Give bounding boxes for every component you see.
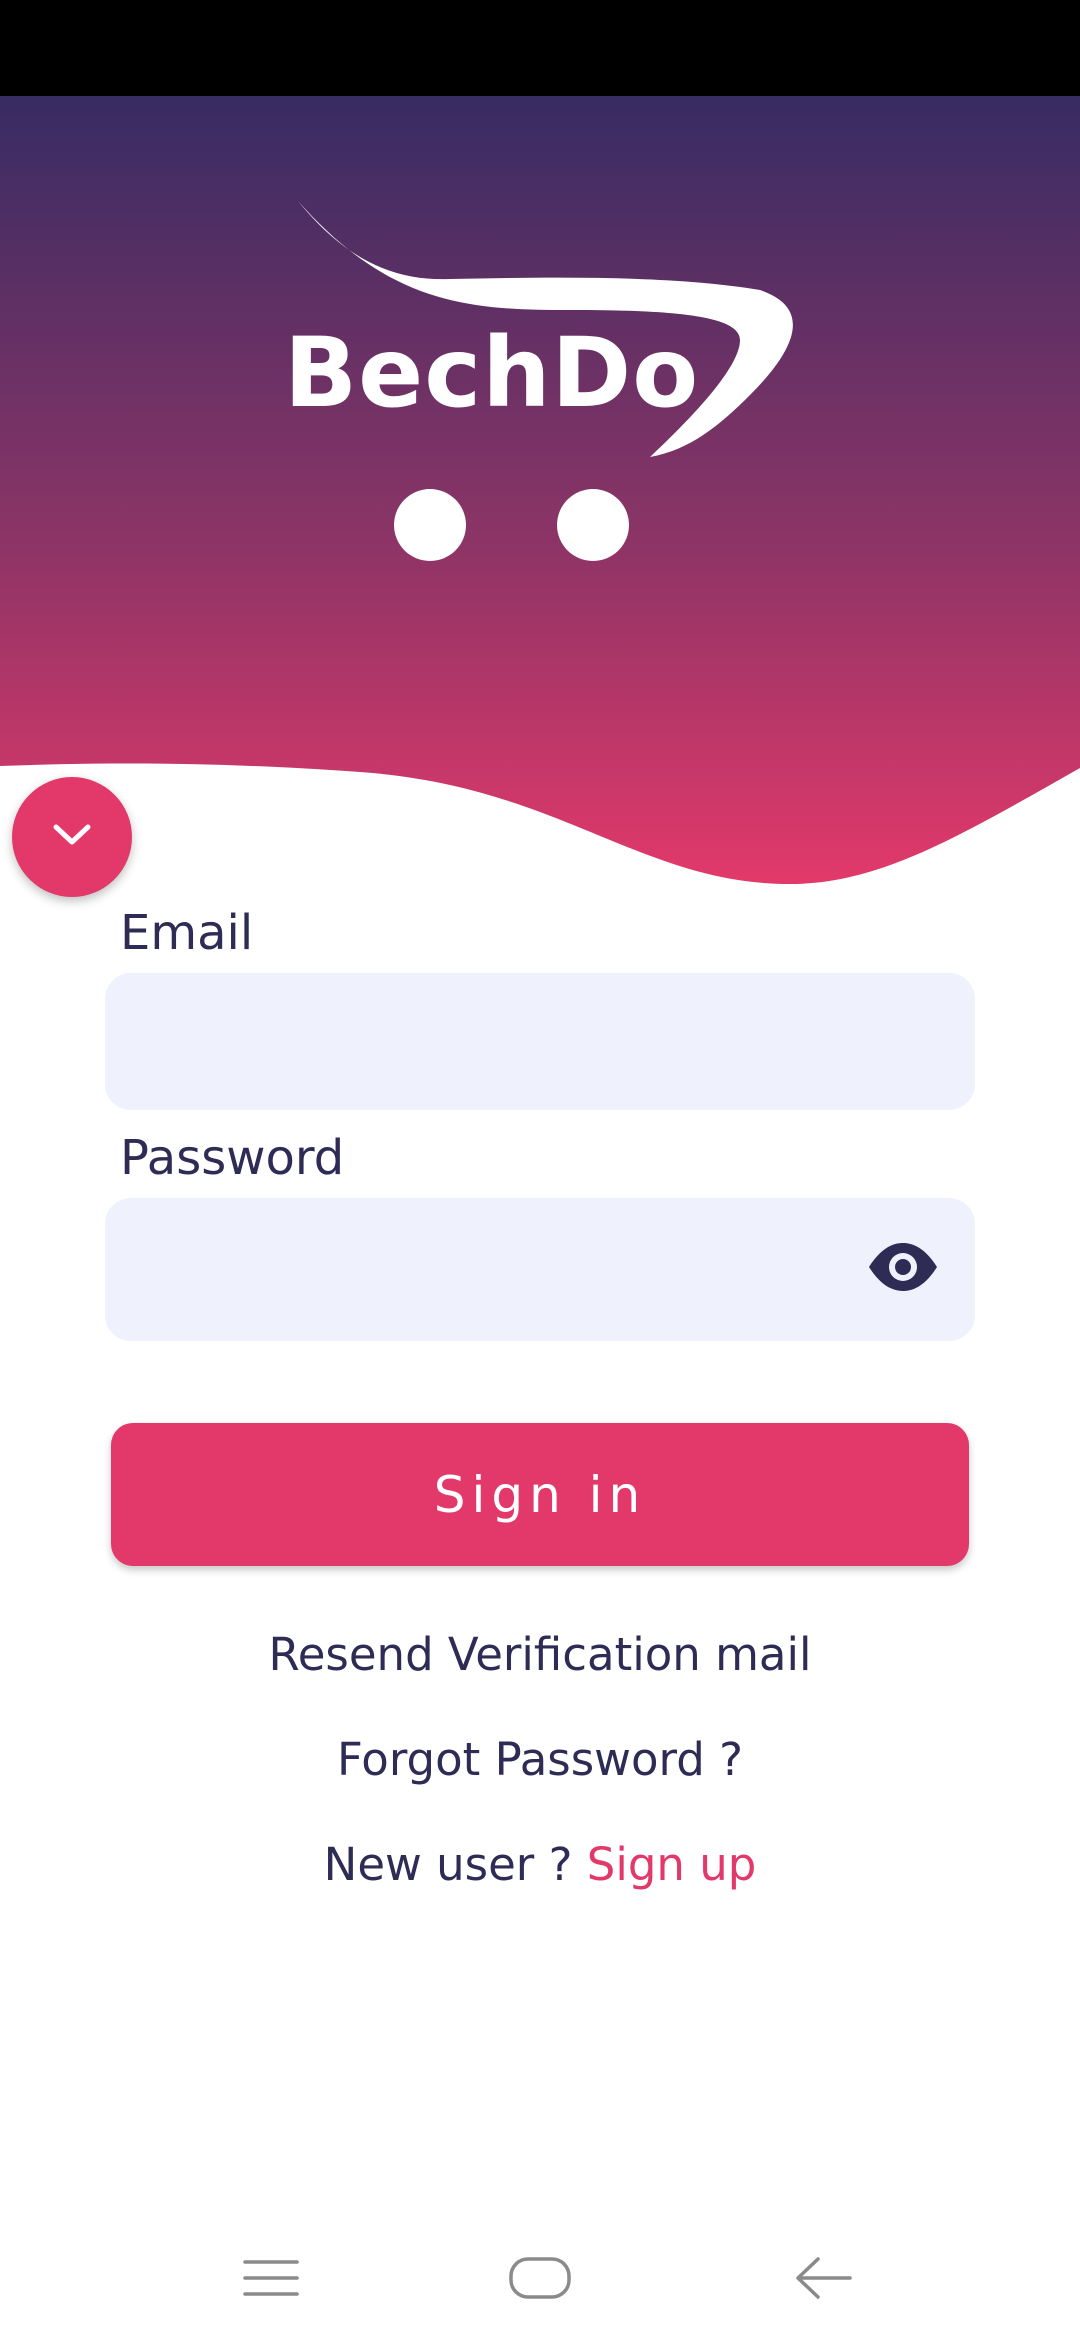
nav-home-button[interactable] [490,2250,590,2310]
login-screen: BechDo Email Password Sign in Resend Ver… [0,0,1080,2340]
status-bar [0,0,1080,96]
eye-icon [867,1242,939,1296]
password-label: Password [120,1130,345,1186]
toggle-password-visibility-button[interactable] [864,1236,942,1302]
system-navigation-bar [0,2220,1080,2340]
sign-in-button[interactable]: Sign in [111,1423,969,1566]
bechdo-logo: BechDo [270,195,810,575]
sign-up-link[interactable]: Sign up [587,1838,757,1891]
email-label: Email [120,905,254,961]
forgot-password-link[interactable]: Forgot Password ? [0,1733,1080,1786]
logo-text: BechDo [284,317,700,429]
nav-back-button[interactable] [774,2250,874,2310]
signup-row: New user ? Sign up [0,1838,1080,1891]
back-arrow-icon [794,2255,854,2305]
chevron-down-icon [50,820,94,854]
home-icon [508,2256,572,2304]
new-user-text: New user ? [323,1838,573,1891]
menu-icon [243,2258,299,2302]
password-field[interactable] [105,1198,975,1341]
email-field[interactable] [105,973,975,1110]
resend-verification-link[interactable]: Resend Verification mail [0,1628,1080,1681]
collapse-button[interactable] [12,777,132,897]
nav-menu-button[interactable] [221,2250,321,2310]
